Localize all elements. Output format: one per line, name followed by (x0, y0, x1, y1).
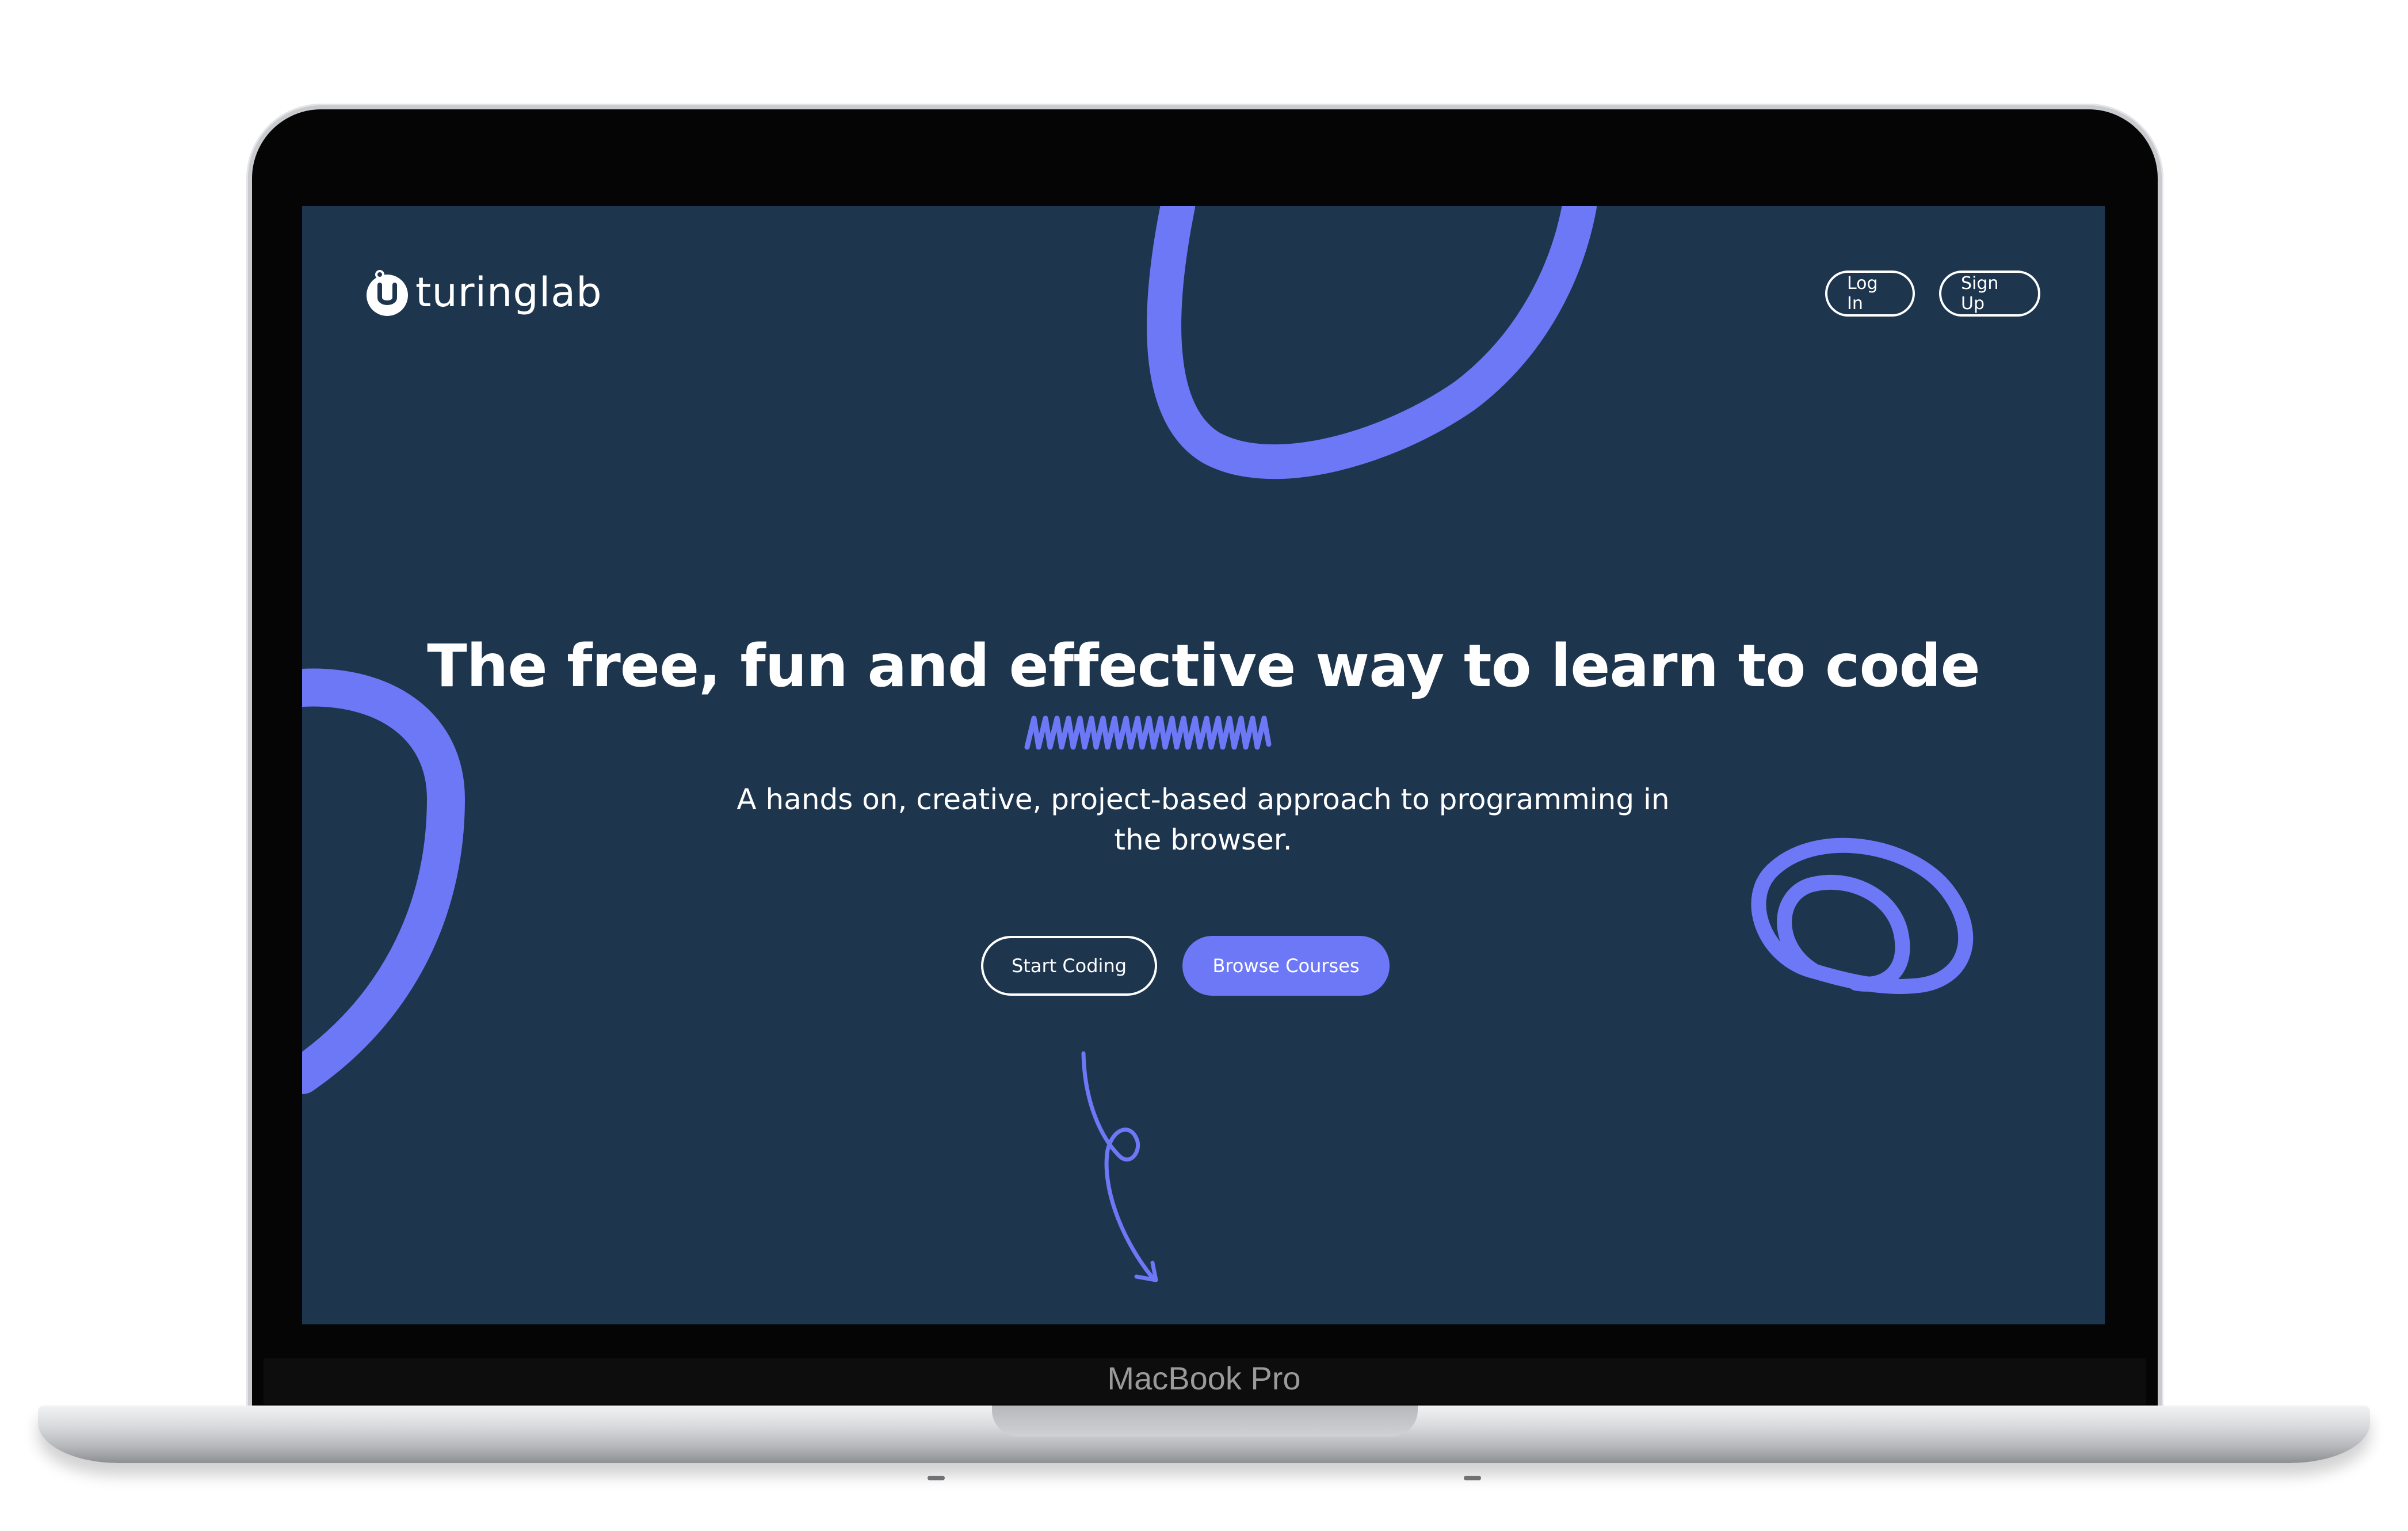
signup-button[interactable]: Sign Up (1939, 271, 2040, 317)
header-nav: Log In Sign Up (1825, 271, 2040, 317)
decorative-shapes (302, 206, 1974, 1282)
hero-headline: The free, fun and effective way to learn… (427, 632, 1980, 700)
laptop-notch (992, 1406, 1418, 1437)
brand-logo[interactable]: turinglab (362, 264, 602, 321)
right-circle-inner (1777, 874, 1910, 992)
turinglab-logo-icon (367, 270, 408, 316)
left-blob-shape (302, 668, 465, 1094)
device-label: MacBook Pro (1107, 1360, 1301, 1396)
website-screen: turinglab Log In Sign Up The free, fun a… (302, 206, 2105, 1324)
laptop-foot-right (1464, 1476, 1481, 1480)
browse-courses-button[interactable]: Browse Courses (1182, 936, 1390, 996)
start-coding-button[interactable]: Start Coding (981, 936, 1157, 996)
laptop-foot-left (928, 1476, 945, 1480)
top-blob-shape (1147, 206, 1597, 479)
hero-cta-row: Start Coding Browse Courses (981, 936, 1390, 996)
scroll-down-arrow-icon (1081, 1051, 1158, 1282)
login-button[interactable]: Log In (1825, 271, 1915, 317)
hero-subheadline: A hands on, creative, project-based appr… (736, 783, 1670, 856)
brand-name: turinglab (415, 269, 602, 316)
headline-underline-squiggle (1024, 715, 1272, 750)
